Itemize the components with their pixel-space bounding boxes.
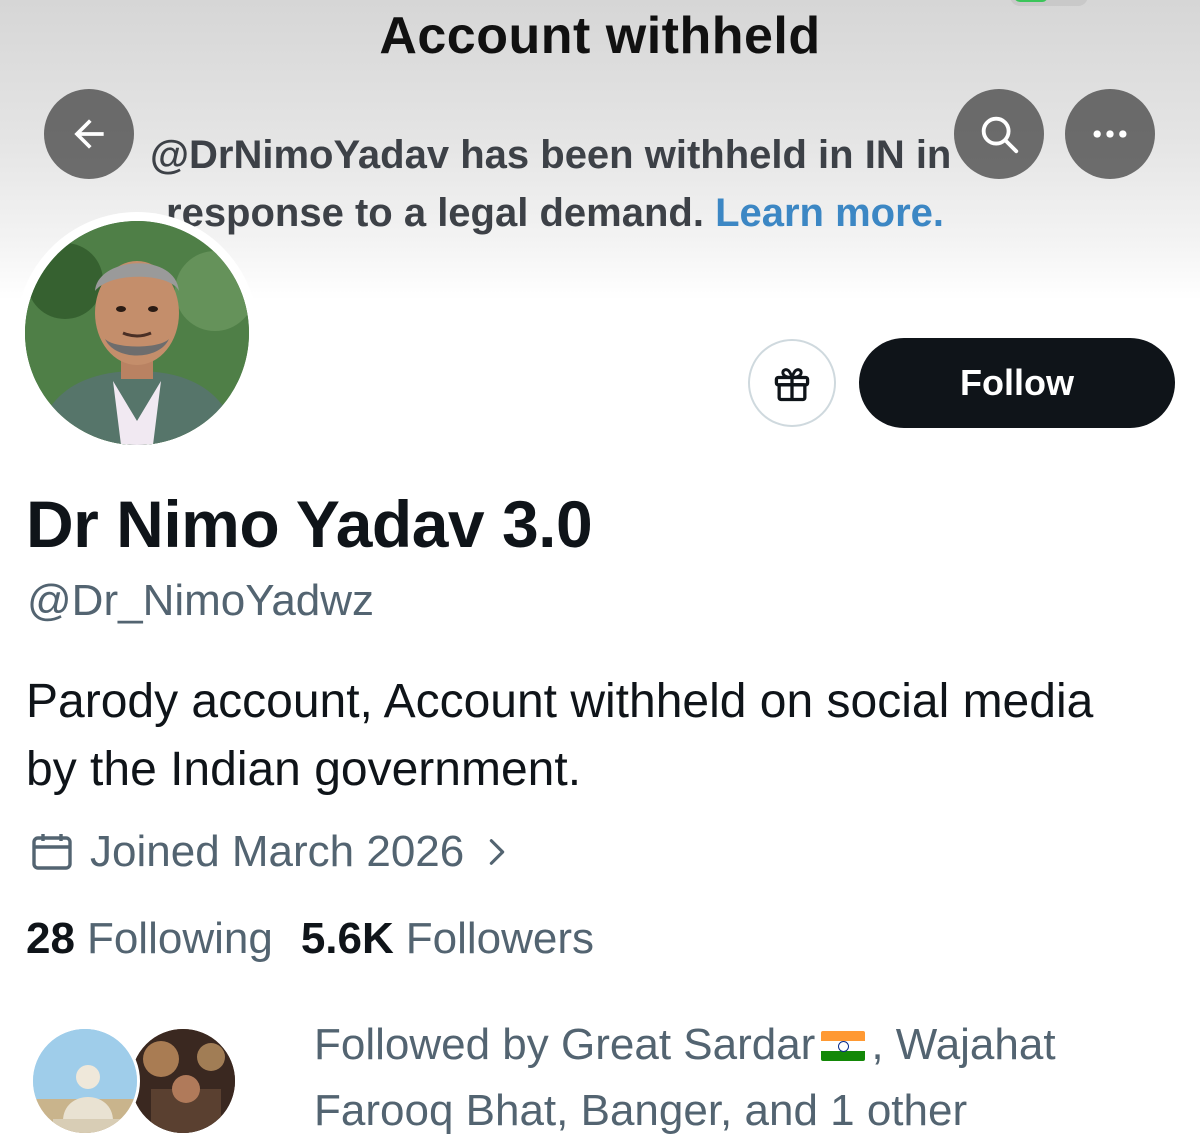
arrow-left-icon xyxy=(74,119,104,149)
withheld-notice-line-2: response to a legal demand. Learn more. xyxy=(150,184,1050,242)
search-icon xyxy=(981,116,1019,154)
more-horizontal-icon xyxy=(1093,130,1127,138)
user-handle: @Dr_NimoYadwz xyxy=(27,576,375,625)
following-label: Following xyxy=(86,914,273,963)
following-count: 28 xyxy=(26,914,75,963)
display-name: Dr Nimo Yadav 3.0 xyxy=(26,487,593,561)
follower-avatar-1 xyxy=(30,1026,140,1136)
withheld-notice-text-2: response to a legal demand. xyxy=(166,191,704,235)
followed-by-text[interactable]: Followed by Great Sardar, Wajahat Farooq… xyxy=(314,1012,1154,1144)
follower-avatar-2 xyxy=(128,1026,238,1136)
gift-icon xyxy=(774,368,810,402)
follow-stats: 28 Following 5.6K Followers xyxy=(26,914,594,964)
followers-count: 5.6K xyxy=(300,914,394,963)
withheld-notice: @DrNimoYadav has been withheld in IN in … xyxy=(150,126,1050,242)
learn-more-link[interactable]: Learn more. xyxy=(715,191,944,235)
back-button[interactable] xyxy=(44,89,134,179)
gift-button[interactable] xyxy=(748,339,836,427)
profile-avatar[interactable] xyxy=(16,212,258,454)
india-flag-icon xyxy=(821,1031,866,1061)
more-button[interactable] xyxy=(1065,89,1155,179)
followers-stat[interactable]: 5.6K Followers xyxy=(301,914,594,964)
followed-by-avatars[interactable] xyxy=(30,1026,238,1136)
withheld-notice-text: @DrNimoYadav has been withheld in IN in xyxy=(150,133,952,177)
avatar-image xyxy=(25,221,249,445)
search-button[interactable] xyxy=(954,89,1044,179)
followed-by-prefix: Followed by Great Sardar xyxy=(314,1020,816,1069)
joined-date[interactable]: Joined March 2026 xyxy=(28,822,528,882)
calendar-icon xyxy=(32,834,72,870)
joined-date-text: Joined March 2026 xyxy=(90,827,465,876)
profile-bio: Parody account, Account withheld on soci… xyxy=(26,675,1094,796)
chevron-right-icon xyxy=(490,839,505,865)
follow-button[interactable]: Follow xyxy=(859,338,1175,428)
page-title: Account withheld xyxy=(379,7,821,65)
followers-label: Followers xyxy=(405,914,595,963)
following-stat[interactable]: 28 Following xyxy=(26,914,273,964)
